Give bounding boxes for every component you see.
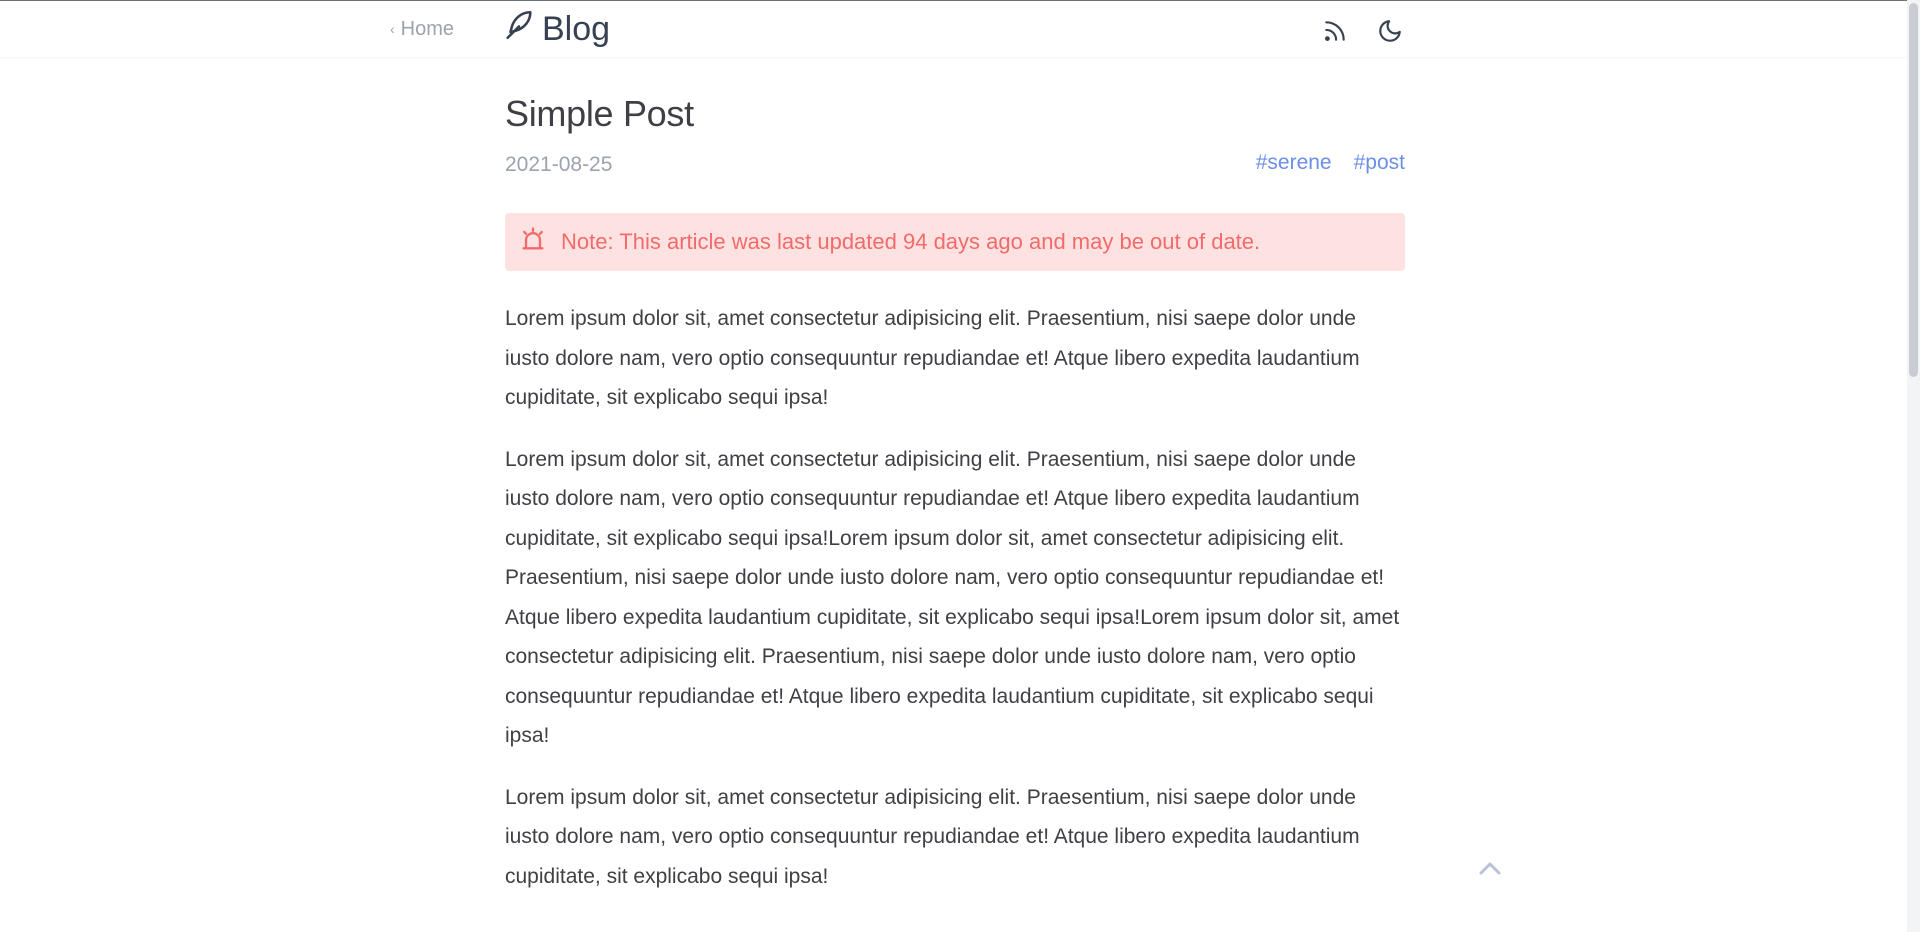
feather-icon <box>502 8 536 51</box>
scrollbar-thumb[interactable] <box>1909 3 1918 377</box>
brand-label: Blog <box>542 9 611 48</box>
tag-serene[interactable]: #serene <box>1256 151 1332 175</box>
rss-icon[interactable] <box>1320 16 1350 46</box>
post-date: 2021-08-25 <box>505 153 613 176</box>
tag-label: serene <box>1267 151 1332 174</box>
notice-text: Note: This article was last updated 94 d… <box>561 229 1261 254</box>
outdated-notice: Note: This article was last updated 94 d… <box>505 213 1405 271</box>
post-paragraph: Lorem ipsum dolor sit, amet consectetur … <box>505 447 1400 748</box>
home-link-label: Home <box>400 17 455 40</box>
tag-list: #serene #post <box>1256 151 1405 175</box>
chevron-up-icon <box>1479 862 1501 875</box>
home-back-link[interactable]: ‹ Home <box>390 15 454 43</box>
alarm-icon <box>519 225 547 259</box>
tag-prefix: # <box>1255 151 1268 174</box>
blog-brand-link[interactable]: Blog <box>502 7 610 51</box>
site-header: ‹ Home Blog <box>0 1 1907 57</box>
moon-icon[interactable] <box>1375 16 1405 46</box>
tag-label: post <box>1365 151 1405 174</box>
post-paragraph: Lorem ipsum dolor sit, amet consectetur … <box>505 785 1360 888</box>
back-to-top-button[interactable] <box>1475 856 1505 880</box>
post-title: Simple Post <box>505 93 694 134</box>
post-article: Simple Post 2021-08-25 #serene #post Not… <box>505 57 1405 896</box>
post-meta: 2021-08-25 #serene #post <box>505 145 1405 185</box>
post-paragraph: Lorem ipsum dolor sit, amet consectetur … <box>505 307 1360 409</box>
tag-prefix: # <box>1353 151 1366 174</box>
tag-post[interactable]: #post <box>1354 151 1405 175</box>
chevron-left-icon: ‹ <box>390 21 395 37</box>
